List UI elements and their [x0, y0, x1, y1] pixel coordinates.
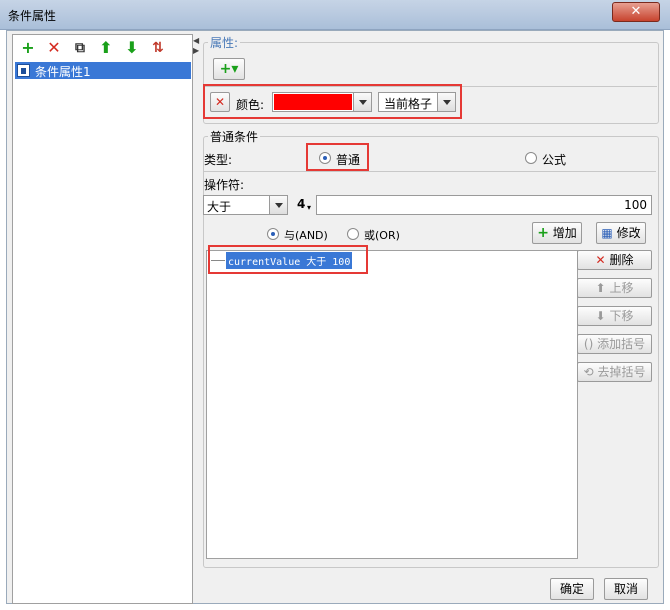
properties-legend: 属性:	[208, 34, 241, 51]
condition-tree-panel: + ✕ ⧉ ⬆ ⬇ ⇅ 条件属性1	[12, 34, 193, 604]
operator-value: 大于	[207, 200, 232, 214]
move-up-button[interactable]: ⬆ 上移	[577, 278, 652, 298]
add-icon: +	[537, 225, 549, 241]
value-type-select[interactable]: 4 ▾	[294, 195, 314, 215]
add-icon[interactable]: +	[19, 39, 37, 57]
condition-list[interactable]: currentValue 大于 100	[206, 250, 578, 559]
splitter[interactable]	[193, 34, 199, 604]
add-condition-label: 增加	[552, 226, 577, 240]
close-button[interactable]: ✕	[612, 2, 660, 22]
cancel-button[interactable]: 取消	[604, 578, 648, 600]
title-bar: 条件属性 ✕	[0, 0, 670, 30]
value-input[interactable]: 100	[316, 195, 652, 215]
type-formula-radio[interactable]	[525, 152, 537, 164]
highlight-box	[203, 84, 462, 119]
ok-button[interactable]: 确定	[550, 578, 594, 600]
chevron-down-icon: ▾	[307, 203, 312, 212]
value-text: 100	[624, 198, 647, 212]
add-bracket-label: 添加括号	[597, 337, 646, 351]
logic-or-radio[interactable]	[347, 228, 359, 240]
move-down-label: 下移	[609, 309, 634, 323]
arrow-up-icon: ⬆	[595, 281, 606, 295]
operator-label: 操作符:	[204, 178, 245, 192]
type-label: 类型:	[204, 153, 233, 167]
value-type: 4	[297, 197, 306, 211]
modify-condition-label: 修改	[616, 226, 641, 240]
highlight-box	[208, 245, 368, 274]
move-down-button[interactable]: ⬇ 下移	[577, 306, 652, 326]
add-bracket-button[interactable]: () 添加括号	[577, 334, 652, 354]
edit-icon: ▦	[601, 226, 613, 240]
delete-condition-button[interactable]: ✕ 删除	[577, 250, 652, 270]
divider	[204, 171, 656, 172]
remove-bracket-icon: ⟲	[583, 365, 594, 379]
tree-item[interactable]: 条件属性1	[15, 62, 191, 79]
delete-icon: ✕	[595, 253, 606, 267]
condition-item-icon	[17, 64, 30, 77]
remove-bracket-label: 去掉括号	[597, 365, 646, 379]
remove-bracket-button[interactable]: ⟲ 去掉括号	[577, 362, 652, 382]
bracket-icon: ()	[583, 337, 594, 351]
delete-icon[interactable]: ✕	[45, 39, 63, 57]
copy-icon[interactable]: ⧉	[71, 39, 89, 57]
logic-and-radio[interactable]	[267, 228, 279, 240]
expand-right-icon[interactable]: ▶	[193, 46, 199, 55]
sort-icon[interactable]: ⇅	[149, 39, 167, 57]
chevron-down-icon[interactable]	[269, 196, 287, 214]
move-up-label: 上移	[609, 281, 634, 295]
move-up-icon[interactable]: ⬆	[97, 39, 115, 57]
window-title: 条件属性	[8, 9, 57, 23]
operator-select[interactable]: 大于	[203, 195, 288, 215]
tree-item-label: 条件属性1	[35, 65, 91, 79]
logic-and-label: 与(AND)	[284, 229, 328, 242]
modify-condition-button[interactable]: ▦ 修改	[596, 222, 646, 244]
arrow-down-icon: ⬇	[595, 309, 606, 323]
right-panel: 属性: +▾ ✕ 颜色: 当前格子 普通条件 类型: 普通 公式 操作符: 大于…	[200, 34, 662, 570]
logic-or-label: 或(OR)	[364, 229, 400, 242]
type-formula-label: 公式	[542, 153, 567, 167]
add-property-button[interactable]: +▾	[213, 58, 245, 80]
collapse-left-icon[interactable]: ◀	[193, 36, 199, 45]
add-condition-button[interactable]: + 增加	[532, 222, 582, 244]
highlight-box	[306, 143, 369, 171]
condition-legend: 普通条件	[208, 128, 261, 145]
move-down-icon[interactable]: ⬇	[123, 39, 141, 57]
delete-condition-label: 删除	[609, 253, 634, 267]
